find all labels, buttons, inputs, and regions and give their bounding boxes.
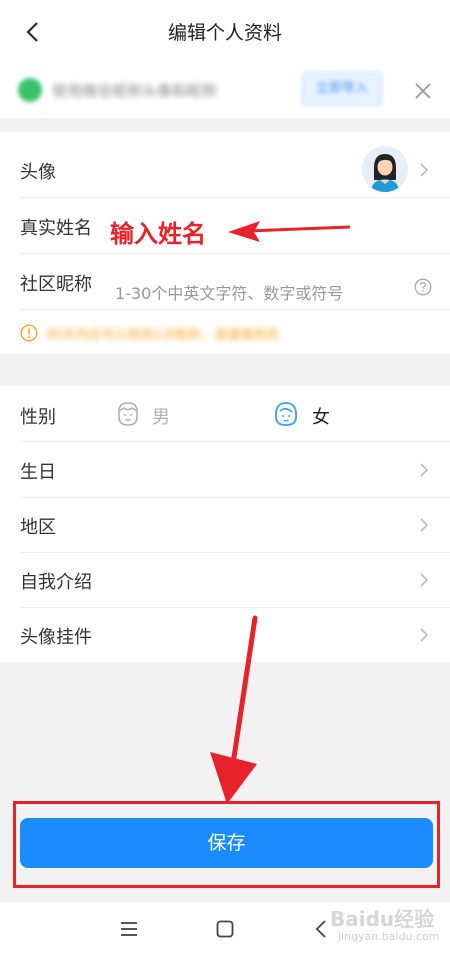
gender-male-option[interactable]: 男 [152, 403, 170, 429]
watermark-url: jingyan.baidu.com [338, 930, 440, 943]
banner-text: 使用微信昵称头像和昵称 [52, 82, 218, 100]
intro-row[interactable]: 自我介绍 [0, 552, 450, 608]
intro-label: 自我介绍 [20, 572, 92, 593]
nickname-label: 社区昵称 [20, 274, 92, 295]
nickname-notice: 90天内仅可以修改1次昵称，请谨慎修改 [46, 328, 279, 343]
real-name-label: 真实姓名 [20, 218, 92, 239]
import-button[interactable]: 立即导入 [302, 72, 382, 106]
menu-icon[interactable] [120, 920, 138, 938]
birthday-row[interactable]: 生日 [0, 442, 450, 498]
region-row[interactable]: 地区 [0, 497, 450, 553]
help-icon[interactable] [414, 278, 432, 296]
real-name-row[interactable]: 真实姓名 [0, 198, 450, 254]
close-icon[interactable] [412, 80, 434, 102]
chevron-right-icon [420, 163, 429, 177]
avatar-label: 头像 [20, 162, 56, 183]
chevron-right-icon [420, 628, 429, 642]
page-title: 编辑个人资料 [167, 22, 282, 44]
birthday-label: 生日 [20, 462, 56, 483]
header: 编辑个人资料 [0, 0, 450, 62]
female-avatar-icon [362, 146, 408, 192]
female-icon[interactable] [274, 401, 298, 427]
annotation-text: 输入姓名 [110, 220, 206, 248]
gender-label: 性别 [20, 407, 56, 428]
nav-back-icon[interactable] [314, 919, 328, 939]
import-banner: 使用微信昵称头像和昵称 立即导入 [0, 62, 450, 118]
save-button[interactable]: 保存 [20, 818, 433, 868]
chevron-right-icon [420, 518, 429, 532]
chevron-right-icon [420, 463, 429, 477]
wechat-icon [18, 78, 42, 102]
red-arrow-annotation [228, 221, 351, 242]
info-icon [20, 324, 38, 342]
male-icon[interactable] [116, 401, 140, 427]
gender-female-option[interactable]: 女 [312, 403, 330, 429]
watermark-logo: Baidu经验 [330, 907, 435, 931]
gender-row: 性别 [0, 386, 450, 442]
chevron-right-icon [420, 573, 429, 587]
region-label: 地区 [20, 517, 56, 538]
nickname-placeholder[interactable]: 1-30个中英文字符、数字或符号 [115, 280, 343, 304]
home-icon[interactable] [216, 920, 234, 938]
avatar[interactable] [362, 146, 408, 192]
avatar-pendant-label: 头像挂件 [20, 627, 92, 648]
red-arrow-down-annotation [210, 615, 258, 804]
